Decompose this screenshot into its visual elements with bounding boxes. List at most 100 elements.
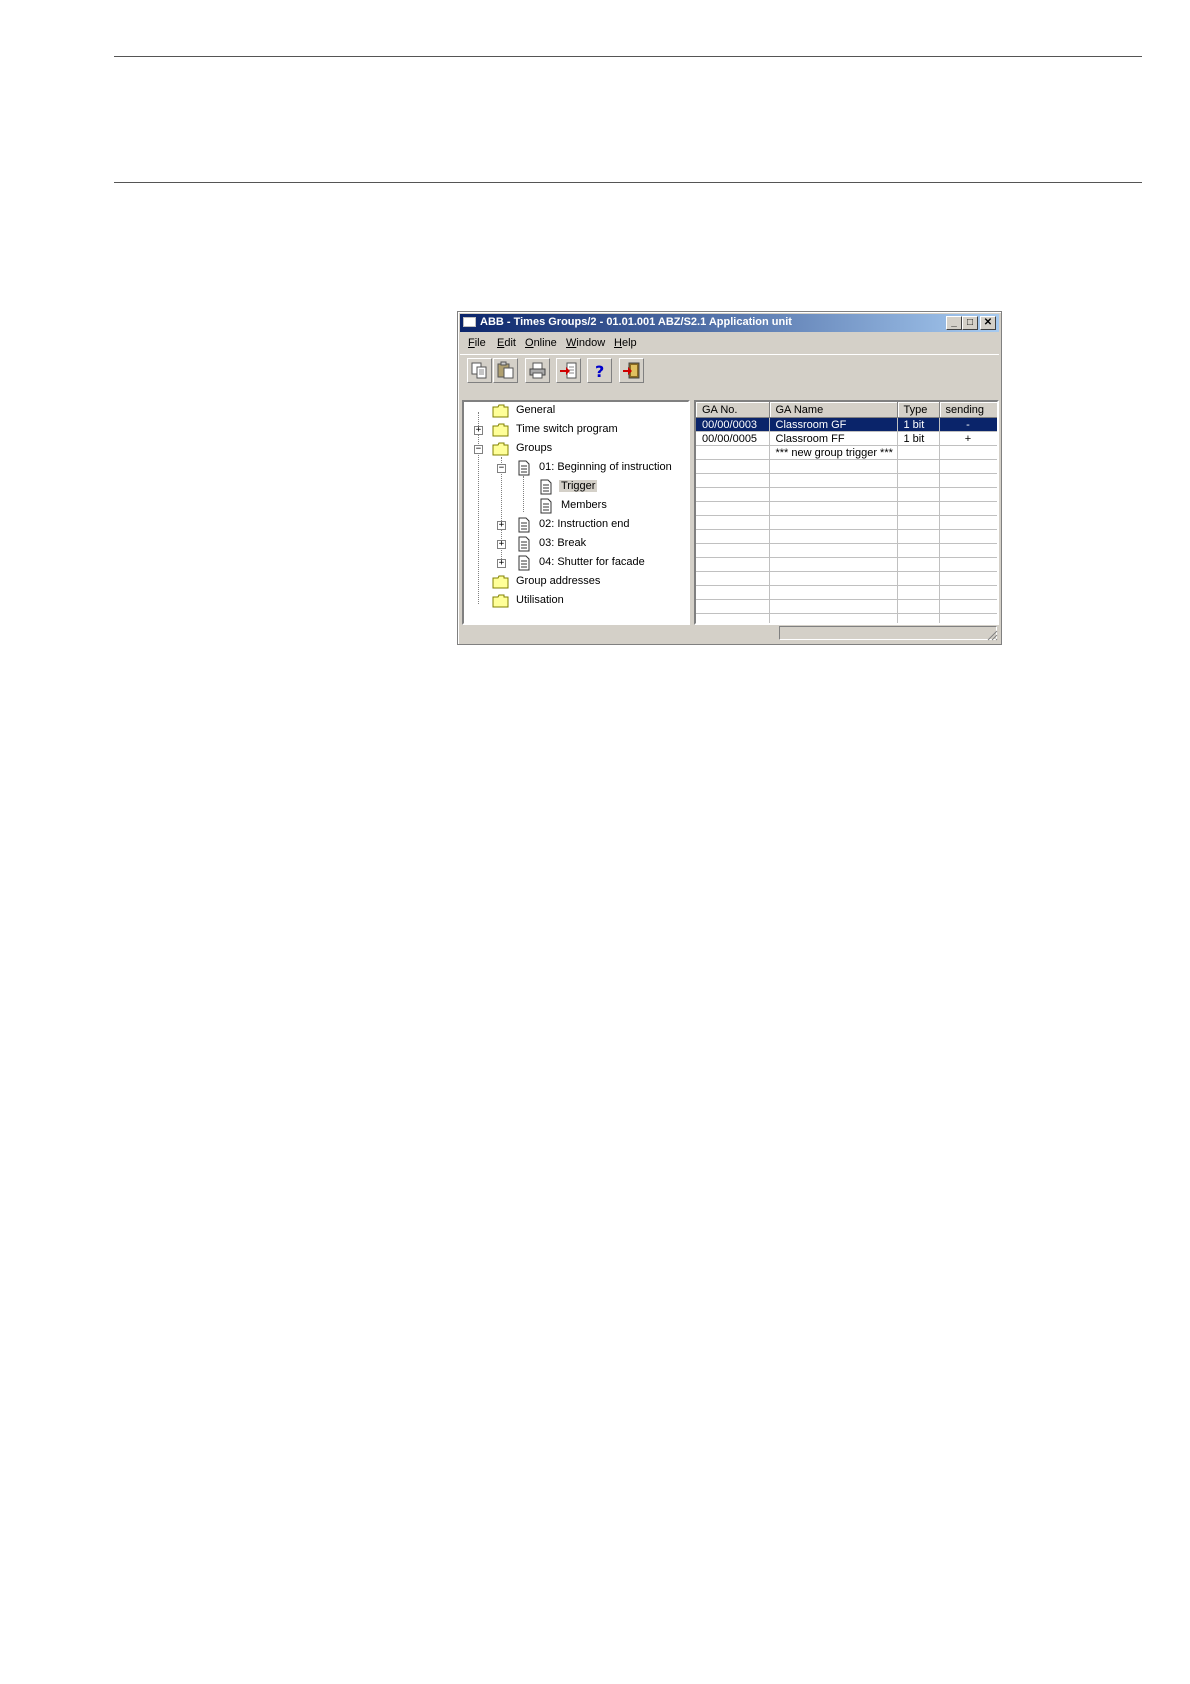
empty-row	[696, 487, 997, 502]
empty-cell	[939, 571, 997, 586]
paste-button[interactable]	[493, 358, 518, 383]
help-button[interactable]: ?	[587, 358, 612, 383]
status-panel	[779, 626, 997, 640]
cell-ga-name[interactable]: *** new group trigger ***	[769, 445, 898, 460]
exit-icon	[623, 362, 640, 379]
app-icon	[463, 317, 476, 327]
window-title: ABB - Times Groups/2 - 01.01.001 ABZ/S2.…	[480, 316, 792, 328]
maximize-button[interactable]: □	[962, 316, 978, 330]
cell-ga-name[interactable]: Classroom FF	[769, 431, 898, 446]
empty-cell	[897, 515, 940, 530]
expand-icon[interactable]: +	[497, 540, 506, 549]
empty-cell	[939, 585, 997, 600]
title-bar[interactable]: ABB - Times Groups/2 - 01.01.001 ABZ/S2.…	[460, 314, 999, 332]
empty-row	[696, 501, 997, 516]
cell-ga-no[interactable]: 00/00/0003	[696, 417, 770, 432]
empty-cell	[897, 487, 940, 502]
empty-cell	[939, 529, 997, 544]
exit-button[interactable]	[619, 358, 644, 383]
resize-grip-icon[interactable]	[986, 629, 998, 641]
empty-row	[696, 585, 997, 600]
tree-connector	[478, 412, 479, 604]
empty-cell	[897, 557, 940, 572]
document-icon	[518, 555, 530, 571]
empty-cell	[769, 473, 898, 488]
empty-cell	[897, 571, 940, 586]
empty-cell	[696, 557, 770, 572]
empty-cell	[769, 599, 898, 614]
cell-ga-no[interactable]	[696, 445, 770, 460]
empty-row	[696, 459, 997, 474]
toolbar: ?	[460, 354, 999, 387]
column-header-ga-no[interactable]: GA No.	[696, 402, 770, 418]
minimize-button[interactable]: _	[946, 316, 962, 330]
folder-open-icon	[492, 442, 509, 456]
empty-cell	[696, 599, 770, 614]
collapse-icon[interactable]: −	[474, 445, 483, 454]
expand-icon[interactable]: +	[497, 559, 506, 568]
empty-cell	[696, 459, 770, 474]
empty-cell	[897, 501, 940, 516]
close-button[interactable]: ✕	[980, 316, 996, 330]
header-rule-bottom	[114, 182, 1142, 183]
svg-text:?: ?	[595, 362, 604, 380]
empty-cell	[897, 473, 940, 488]
column-header-sending[interactable]: sending	[939, 402, 997, 418]
empty-cell	[769, 585, 898, 600]
empty-cell	[769, 571, 898, 586]
expand-icon[interactable]: +	[474, 426, 483, 435]
print-button[interactable]	[525, 358, 550, 383]
import-button[interactable]	[556, 358, 581, 383]
cell-ga-name[interactable]: Classroom GF	[769, 417, 898, 432]
expand-icon[interactable]: +	[497, 521, 506, 530]
cell-ga-no[interactable]: 00/00/0005	[696, 431, 770, 446]
empty-cell	[696, 529, 770, 544]
tree-item-label: Trigger	[559, 480, 598, 492]
tree-item-label: 02: Instruction end	[539, 518, 630, 530]
copy-button[interactable]	[467, 358, 492, 383]
menu-file[interactable]: File	[468, 337, 486, 349]
cell-type[interactable]	[897, 445, 940, 460]
empty-row	[696, 599, 997, 614]
empty-row	[696, 515, 997, 530]
column-header-ga-name[interactable]: GA Name	[769, 402, 898, 418]
tree-item-label: Group addresses	[516, 575, 601, 587]
header-rule-top	[114, 56, 1142, 57]
table-row[interactable]: *** new group trigger ***	[696, 445, 997, 460]
empty-cell	[769, 557, 898, 572]
menu-window[interactable]: Window	[566, 337, 605, 349]
collapse-icon[interactable]: −	[497, 464, 506, 473]
help-icon: ?	[595, 362, 604, 380]
menu-help[interactable]: Help	[614, 337, 637, 349]
empty-cell	[939, 459, 997, 474]
group-address-grid[interactable]: GA No. GA Name Type sending 00/00/0003 C…	[694, 400, 999, 625]
cell-sending[interactable]	[939, 445, 997, 460]
empty-cell	[769, 501, 898, 516]
empty-cell	[696, 543, 770, 558]
folder-icon	[492, 575, 509, 589]
cell-sending[interactable]: +	[939, 431, 997, 446]
empty-row	[696, 543, 997, 558]
table-row[interactable]: 00/00/0005 Classroom FF 1 bit +	[696, 431, 997, 446]
menu-online[interactable]: Online	[525, 337, 557, 349]
print-icon	[529, 362, 546, 379]
empty-cell	[939, 599, 997, 614]
empty-row	[696, 557, 997, 572]
tree-connector	[501, 457, 502, 567]
application-window: ABB - Times Groups/2 - 01.01.001 ABZ/S2.…	[457, 311, 1002, 645]
empty-cell	[897, 599, 940, 614]
document-icon	[540, 498, 552, 514]
tree-item-label: 04: Shutter for facade	[539, 556, 645, 568]
table-row[interactable]: 00/00/0003 Classroom GF 1 bit -	[696, 417, 997, 432]
column-header-type[interactable]: Type	[897, 402, 940, 418]
empty-cell	[769, 487, 898, 502]
tree-panel[interactable]: General Time switch program + Groups − 0…	[462, 400, 690, 625]
tree-item-label: Time switch program	[516, 423, 618, 435]
empty-cell	[939, 543, 997, 558]
tree-connector	[523, 476, 524, 512]
cell-type[interactable]: 1 bit	[897, 417, 940, 432]
menu-edit[interactable]: Edit	[497, 337, 516, 349]
cell-sending[interactable]: -	[939, 417, 997, 432]
cell-type[interactable]: 1 bit	[897, 431, 940, 446]
folder-icon	[492, 423, 509, 437]
